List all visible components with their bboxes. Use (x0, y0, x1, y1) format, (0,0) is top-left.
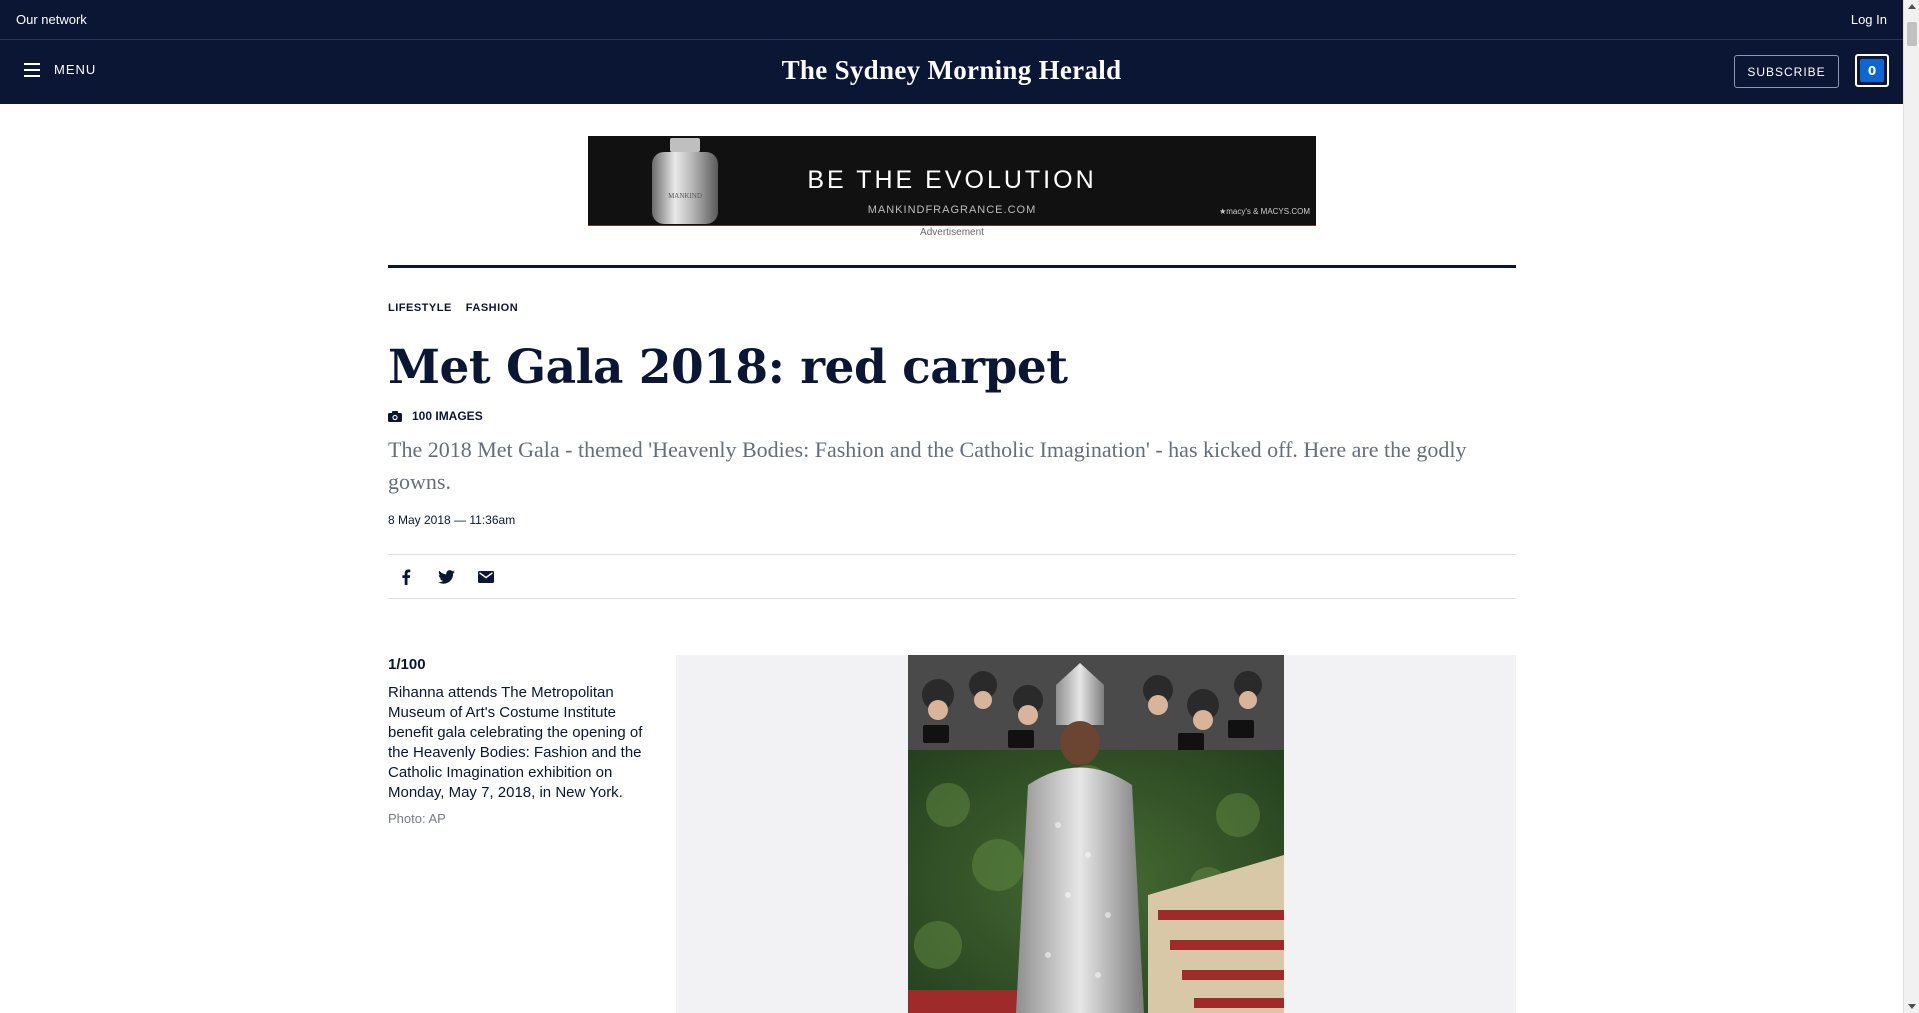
gallery-photo-stage[interactable] (676, 655, 1516, 1013)
photo-caption: Rihanna attends The Metropolitan Museum … (388, 684, 643, 801)
notification-count: 0 (1860, 59, 1884, 82)
site-logo[interactable]: The Sydney Morning Herald (0, 55, 1903, 86)
page-title: Met Gala 2018: red carpet (388, 340, 1068, 395)
share-bar (388, 554, 1516, 599)
login-link[interactable]: Log In (1851, 12, 1887, 27)
breadcrumb-lifestyle[interactable]: LIFESTYLE (388, 302, 452, 314)
standfirst: The 2018 Met Gala - themed 'Heavenly Bod… (388, 437, 1467, 494)
breadcrumb: LIFESTYLE FASHION (388, 302, 518, 314)
ad-headline: BE THE EVOLUTION (807, 166, 1097, 194)
breadcrumb-fashion[interactable]: FASHION (466, 302, 518, 314)
image-count: 100 IMAGES (388, 409, 483, 423)
our-network-link[interactable]: Our network (16, 12, 87, 27)
masthead: MENU The Sydney Morning Herald SUBSCRIBE… (0, 40, 1903, 104)
advertisement-label: Advertisement (920, 227, 984, 238)
camera-icon (388, 410, 402, 422)
section-divider (388, 265, 1516, 268)
notification-counter[interactable]: 0 (1855, 54, 1889, 87)
gallery-photo[interactable] (908, 655, 1284, 1013)
image-count-label: 100 IMAGES (412, 409, 483, 423)
photo-credit: Photo: AP (388, 811, 446, 826)
ad-retailer: ★macy's & MACYS.COM (1219, 207, 1310, 216)
publish-date: 8 May 2018 — 11:36am (388, 513, 516, 527)
scroll-thumb[interactable] (1907, 22, 1917, 46)
ad-url: MANKINDFRAGRANCE.COM (867, 204, 1037, 216)
page-scrollbar[interactable] (1903, 0, 1919, 1013)
scroll-up-icon[interactable] (1908, 4, 1916, 9)
email-icon[interactable] (477, 568, 495, 586)
scroll-down-icon[interactable] (1908, 1004, 1916, 1009)
advertisement-banner[interactable]: MANKIND BE THE EVOLUTION MANKINDFRAGRANC… (588, 136, 1316, 226)
facebook-icon[interactable] (397, 568, 415, 586)
subscribe-button[interactable]: SUBSCRIBE (1734, 55, 1839, 88)
network-bar: Our network Log In (0, 0, 1903, 40)
twitter-icon[interactable] (437, 568, 455, 586)
gallery-position: 1/100 (388, 656, 426, 673)
